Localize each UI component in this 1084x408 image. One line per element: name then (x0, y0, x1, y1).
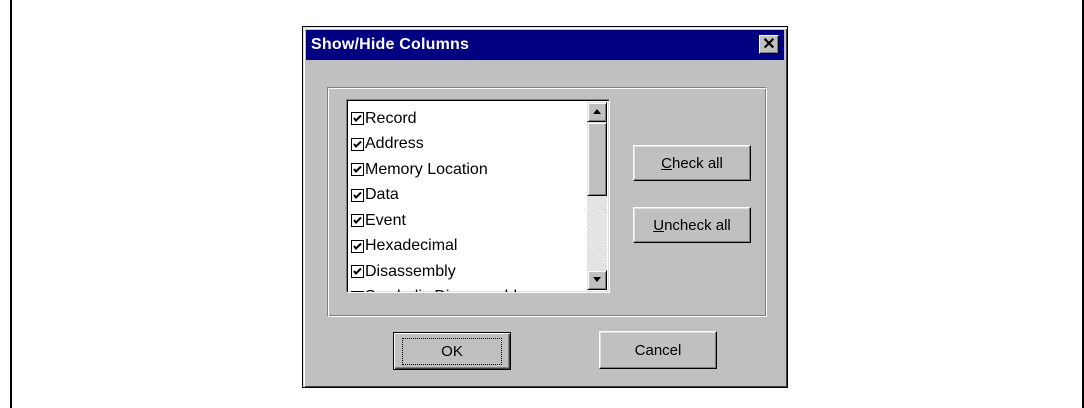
list-item[interactable]: Event (351, 208, 583, 234)
check-all-label: Check all (661, 154, 723, 172)
checkmark-icon (353, 140, 362, 148)
scroll-down-button[interactable] (587, 270, 607, 290)
scroll-thumb[interactable] (587, 122, 607, 196)
cancel-button[interactable]: Cancel (599, 331, 717, 369)
list-item-label: Disassembly (365, 262, 456, 280)
close-button[interactable]: ✕ (759, 35, 779, 54)
list-item-label: Memory Location (365, 160, 488, 178)
arrow-up-icon (593, 109, 601, 114)
dialog-title: Show/Hide Columns (311, 36, 470, 53)
checkmark-icon (353, 115, 362, 123)
checkmark-icon (353, 242, 362, 250)
ok-button[interactable]: OK (393, 332, 511, 370)
list-item[interactable]: Symbolic Disassembly (351, 285, 583, 293)
checkbox[interactable] (351, 290, 364, 293)
uncheck-all-label: Uncheck all (653, 216, 731, 234)
arrow-down-icon (593, 277, 601, 282)
list-item-label: Hexadecimal (365, 237, 458, 255)
list-item-label: Event (365, 211, 406, 229)
list-item-label: Data (365, 186, 399, 204)
checkmark-icon (353, 191, 362, 199)
list-item-label: Record (365, 109, 417, 127)
checkbox[interactable] (351, 239, 364, 253)
list-item[interactable]: Address (351, 132, 583, 158)
checkmark-icon (352, 292, 363, 293)
checkbox[interactable] (351, 214, 364, 228)
list-item-label: Address (365, 135, 424, 153)
list-item[interactable]: Data (351, 183, 583, 209)
checkmark-icon (353, 166, 362, 174)
checkbox[interactable] (351, 188, 364, 202)
list-item-label: Symbolic Disassembly (365, 288, 525, 292)
cancel-label: Cancel (634, 341, 682, 359)
checkbox[interactable] (351, 112, 364, 126)
checkbox[interactable] (351, 163, 364, 177)
close-icon: ✕ (762, 35, 776, 53)
show-hide-columns-dialog: Show/Hide Columns ✕ Record Address Memory … (302, 26, 788, 388)
columns-listbox[interactable]: Record Address Memory Location Data Event Hex… (346, 99, 610, 293)
checkbox[interactable] (351, 265, 364, 279)
list-item[interactable]: Record (351, 106, 583, 132)
columns-list: Record Address Memory Location Data Event Hex… (351, 106, 583, 293)
checkbox[interactable] (351, 137, 364, 151)
list-item[interactable]: Hexadecimal (351, 234, 583, 260)
uncheck-all-button[interactable]: Uncheck all (633, 207, 751, 243)
checkmark-icon (353, 217, 362, 225)
ok-label: OK (402, 337, 502, 365)
list-item[interactable]: Memory Location (351, 157, 583, 183)
list-item[interactable]: Disassembly (351, 259, 583, 285)
scroll-up-button[interactable] (587, 102, 607, 122)
vertical-scrollbar[interactable] (587, 102, 607, 290)
check-all-button[interactable]: Check all (633, 145, 751, 181)
title-bar[interactable]: Show/Hide Columns ✕ (306, 30, 784, 60)
checkmark-icon (353, 268, 362, 276)
